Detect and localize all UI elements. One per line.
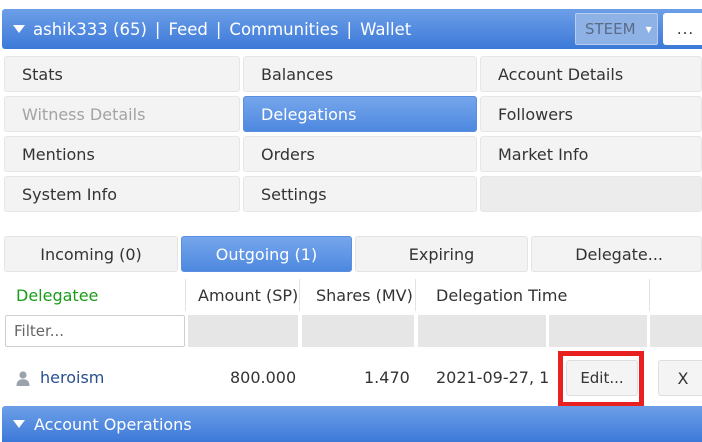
communities-link[interactable]: Communities — [229, 20, 338, 39]
column-header-delegatee[interactable]: Delegatee — [4, 279, 186, 311]
menu-followers[interactable]: Followers — [480, 96, 702, 132]
chain-select[interactable]: STEEM ▼ — [575, 13, 658, 45]
account-operations-bar[interactable]: Account Operations — [2, 406, 702, 442]
tab-outgoing[interactable]: Outgoing (1) — [181, 236, 352, 272]
menu-mentions[interactable]: Mentions — [4, 136, 240, 172]
tab-expiring[interactable]: Expiring — [355, 236, 528, 272]
top-nav: ashik333 (65) | Feed | Communities | Wal… — [33, 20, 411, 39]
menu-market-info[interactable]: Market Info — [480, 136, 702, 172]
chain-select-value: STEEM — [585, 20, 636, 38]
nav-separator: | — [215, 19, 222, 39]
column-header-amount[interactable]: Amount (SP) — [186, 279, 300, 311]
collapse-triangle-icon[interactable] — [13, 25, 25, 33]
filter-cell-shares — [302, 315, 414, 347]
nav-separator: | — [154, 19, 161, 39]
menu-settings[interactable]: Settings — [243, 176, 477, 212]
filter-cell-edit — [549, 315, 647, 347]
wallet-link[interactable]: Wallet — [360, 20, 411, 39]
account-link[interactable]: ashik333 (65) — [33, 20, 147, 39]
menu-empty-cell — [480, 176, 702, 212]
delegatee-link[interactable]: heroism — [40, 368, 104, 387]
menu-witness-details[interactable]: Witness Details — [4, 96, 240, 132]
menu-orders[interactable]: Orders — [243, 136, 477, 172]
menu-stats[interactable]: Stats — [4, 56, 240, 92]
menu-system-info[interactable]: System Info — [4, 176, 240, 212]
top-nav-bar: ashik333 (65) | Feed | Communities | Wal… — [2, 9, 702, 49]
collapse-triangle-icon — [13, 420, 25, 428]
remove-delegation-button[interactable]: X — [658, 360, 702, 396]
caret-down-icon: ▼ — [645, 24, 652, 34]
column-header-delegation-time[interactable]: Delegation Time — [416, 279, 650, 311]
delegatee-filter-input[interactable] — [5, 315, 185, 347]
menu-account-details[interactable]: Account Details — [480, 56, 702, 92]
tab-incoming[interactable]: Incoming (0) — [4, 236, 178, 272]
edit-delegation-button[interactable]: Edit... — [566, 360, 638, 396]
filter-cell-amount — [188, 315, 298, 347]
more-button[interactable]: ... — [663, 13, 702, 45]
tab-delegate[interactable]: Delegate... — [531, 236, 702, 272]
filter-cell-time — [418, 315, 546, 347]
account-operations-title: Account Operations — [34, 414, 192, 434]
user-icon — [16, 371, 30, 386]
delegation-time-value: 2021-09-27, 16: — [436, 368, 548, 387]
shares-value: 1.470 — [364, 368, 410, 387]
nav-separator: | — [346, 19, 353, 39]
feed-link[interactable]: Feed — [168, 20, 207, 39]
column-header-shares[interactable]: Shares (MV) — [300, 279, 416, 311]
menu-balances[interactable]: Balances — [243, 56, 477, 92]
menu-delegations[interactable]: Delegations — [243, 96, 477, 132]
amount-value: 800.000 — [230, 368, 297, 387]
wallet-menu-grid: Stats Balances Account Details Witness D… — [2, 56, 702, 218]
filter-cell-remove — [650, 315, 702, 347]
